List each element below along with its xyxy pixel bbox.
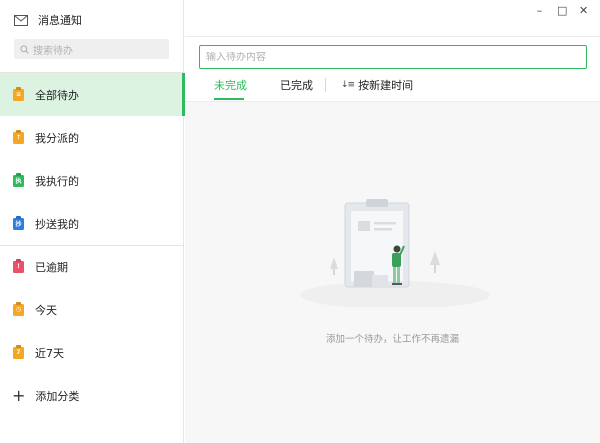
todo-input-box[interactable] bbox=[199, 45, 587, 69]
close-icon[interactable]: ✕ bbox=[579, 5, 588, 17]
sidebar-item-all-todos[interactable]: ≡ 全部待办 bbox=[0, 73, 185, 116]
empty-state-text: 添加一个待办，让工作不再遗漏 bbox=[325, 334, 459, 345]
divider bbox=[325, 78, 326, 92]
sidebar-item-cc-me[interactable]: 抄 抄送我的 bbox=[0, 202, 184, 245]
sidebar-item-overdue[interactable]: ! 已逾期 bbox=[0, 245, 184, 288]
clipboard-icon: ! bbox=[13, 260, 24, 273]
search-icon bbox=[20, 44, 29, 54]
add-category-button[interactable]: + 添加分类 bbox=[12, 385, 79, 407]
clipboard-icon: ≡ bbox=[13, 88, 24, 101]
sidebar-item-assigned-by-me[interactable]: ↑ 我分派的 bbox=[0, 116, 184, 159]
search-box[interactable]: 搜索待办 bbox=[14, 39, 169, 59]
plus-icon: + bbox=[12, 386, 26, 405]
divider bbox=[185, 36, 600, 37]
clipboard-icon: 7 bbox=[13, 346, 24, 359]
clipboard-icon: 抄 bbox=[13, 217, 24, 230]
notification-entry[interactable]: 消息通知 bbox=[14, 10, 82, 30]
tab-bar: 未完成 已完成 ↓≡ 按新建时间 bbox=[185, 73, 600, 101]
tab-completed[interactable]: 已完成 bbox=[280, 77, 313, 93]
sidebar-item-label: 已逾期 bbox=[35, 260, 68, 274]
todo-input[interactable] bbox=[206, 51, 586, 63]
clipboard-icon: ◷ bbox=[13, 303, 24, 316]
sidebar-item-next-7-days[interactable]: 7 近7天 bbox=[0, 331, 184, 374]
window-controls: – □ ✕ bbox=[535, 5, 588, 17]
mail-icon bbox=[14, 14, 28, 26]
sidebar-item-label: 抄送我的 bbox=[35, 217, 79, 231]
sort-label: 按新建时间 bbox=[358, 79, 414, 92]
tab-active-indicator bbox=[214, 98, 244, 100]
sidebar-item-today[interactable]: ◷ 今天 bbox=[0, 288, 184, 331]
clipboard-icon: ↑ bbox=[13, 131, 24, 144]
notification-label: 消息通知 bbox=[38, 14, 82, 27]
sidebar-item-label: 我执行的 bbox=[35, 174, 79, 188]
sidebar-item-label: 今天 bbox=[35, 303, 57, 317]
sidebar: 消息通知 搜索待办 ≡ 全部待办 ↑ 我分派的 执 我执行的 抄 抄送我的 ! … bbox=[0, 0, 185, 443]
minimize-icon[interactable]: – bbox=[535, 5, 544, 17]
search-placeholder: 搜索待办 bbox=[33, 45, 73, 57]
sidebar-item-label: 我分派的 bbox=[35, 131, 79, 145]
sidebar-item-executed-by-me[interactable]: 执 我执行的 bbox=[0, 159, 184, 202]
tab-incomplete[interactable]: 未完成 bbox=[214, 77, 247, 93]
main-panel: – □ ✕ 未完成 已完成 ↓≡ 按新建时间 bbox=[185, 0, 600, 443]
sidebar-item-label: 全部待办 bbox=[35, 88, 79, 102]
sort-icon: ↓≡ bbox=[341, 80, 355, 90]
clipboard-icon: 执 bbox=[13, 174, 24, 187]
add-category-label: 添加分类 bbox=[35, 390, 80, 403]
empty-clipboard-illustration bbox=[300, 199, 490, 307]
maximize-icon[interactable]: □ bbox=[557, 5, 567, 17]
sort-button[interactable]: ↓≡ 按新建时间 bbox=[341, 77, 413, 93]
sidebar-item-label: 近7天 bbox=[35, 346, 64, 360]
todo-list-area: 添加一个待办，让工作不再遗漏 bbox=[185, 101, 600, 443]
